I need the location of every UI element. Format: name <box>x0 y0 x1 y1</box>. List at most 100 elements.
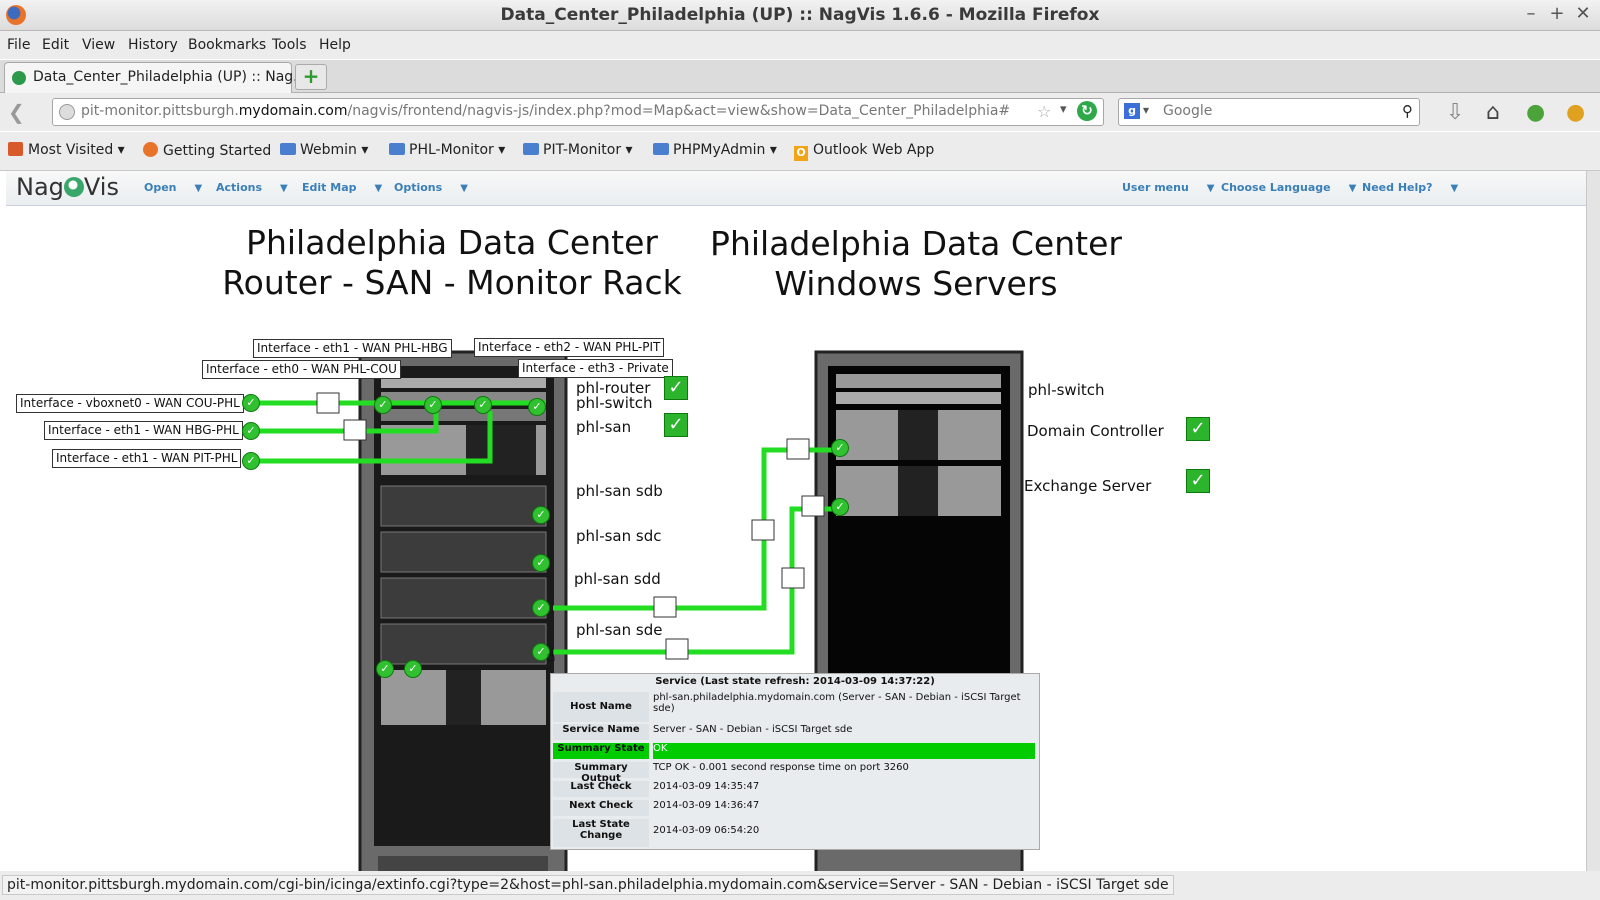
home-icon[interactable]: ⌂ <box>1486 100 1500 125</box>
most-visited-icon <box>8 142 23 156</box>
tab-bar: Data_Center_Philadelphia (UP) :: Nag... … <box>0 60 1600 93</box>
vertical-scrollbar[interactable] <box>1586 171 1600 871</box>
status-ok-icon[interactable]: ✓ <box>831 439 849 457</box>
mouse-cursor-icon: ☝ <box>546 646 556 665</box>
bookmark-pit-monitor[interactable]: PIT-Monitor ▾ <box>523 142 633 158</box>
hover-row-summary-state: Summary State OK <box>551 743 1039 759</box>
sync-icon[interactable]: ● <box>1526 100 1545 125</box>
hover-header: Service (Last state refresh: 2014-03-09 … <box>655 676 935 687</box>
status-ok-icon[interactable]: ✓ <box>404 660 422 678</box>
firefox-window: Data_Center_Philadelphia (UP) :: NagVis … <box>0 0 1600 900</box>
window-title: Data_Center_Philadelphia (UP) :: NagVis … <box>500 5 1100 25</box>
addon-icon[interactable]: ● <box>1566 100 1585 125</box>
host-label-domain-controller[interactable]: Domain Controller <box>1027 422 1164 440</box>
hover-row-next-check: Next Check 2014-03-09 14:36:47 <box>551 800 1039 816</box>
hover-row-last-check: Last Check 2014-03-09 14:35:47 <box>551 781 1039 797</box>
bookmark-outlook-web-app[interactable]: O Outlook Web App <box>794 142 934 161</box>
menu-help[interactable]: Help <box>319 37 351 53</box>
status-ok-icon[interactable]: ✓ <box>474 396 492 414</box>
close-icon[interactable]: ✕ <box>1572 3 1594 24</box>
host-label-exchange-server[interactable]: Exchange Server <box>1024 477 1151 495</box>
search-placeholder: Google <box>1163 103 1213 119</box>
host-ok-icon[interactable]: ✓ <box>1186 469 1210 493</box>
status-ok-icon[interactable]: ✓ <box>532 554 550 572</box>
nagvis-menu-open[interactable]: Open ▼ <box>144 181 202 194</box>
status-bar: pit-monitor.pittsburgh.mydomain.com/cgi-… <box>0 871 1600 900</box>
search-box[interactable]: g ▾ Google ⚲ <box>1118 98 1420 126</box>
status-ok-icon[interactable]: ✓ <box>528 398 546 416</box>
menu-history[interactable]: History <box>128 37 178 53</box>
back-arrow-icon[interactable]: ❮ <box>8 100 34 124</box>
menu-bookmarks[interactable]: Bookmarks <box>188 37 266 53</box>
nagvis-logo-icon <box>63 177 84 197</box>
binoculars-icon[interactable]: ⚲ <box>1402 102 1413 120</box>
nagvis-header: Nag Vis Open ▼ Actions ▼ Edit Map ▼ Options ▼… <box>6 171 1586 206</box>
download-icon[interactable]: ⇩ <box>1446 100 1464 125</box>
iface-label-eth0-cou[interactable]: Interface - eth0 - WAN PHL-COU <box>202 360 401 379</box>
host-ok-icon[interactable]: ✓ <box>664 376 688 400</box>
title-bar: Data_Center_Philadelphia (UP) :: NagVis … <box>0 0 1600 31</box>
search-engine-dropdown-icon[interactable]: ▾ <box>1143 103 1149 117</box>
bookmark-most-visited[interactable]: Most Visited ▾ <box>8 142 125 158</box>
folder-icon <box>523 143 539 155</box>
reload-icon[interactable]: ↻ <box>1077 101 1097 121</box>
url-text: pit-monitor.pittsburgh.mydomain.com/nagv… <box>81 103 1011 119</box>
status-ok-icon[interactable]: ✓ <box>242 452 260 470</box>
status-ok-icon[interactable]: ✓ <box>376 660 394 678</box>
nagvis-menu-language[interactable]: Choose Language ▼ <box>1221 181 1356 194</box>
service-hover-popup: Service (Last state refresh: 2014-03-09 … <box>550 673 1040 850</box>
minimize-icon[interactable]: – <box>1520 3 1542 24</box>
service-label-sdc[interactable]: phl-san sdc <box>576 527 661 545</box>
iface-label-eth2-pit[interactable]: Interface - eth2 - WAN PHL-PIT <box>474 338 665 357</box>
bookmark-phl-monitor[interactable]: PHL-Monitor ▾ <box>389 142 505 158</box>
iface-label-eth1-hbg[interactable]: Interface - eth1 - WAN PHL-HBG <box>253 339 452 358</box>
service-label-sde[interactable]: phl-san sde <box>576 621 662 639</box>
nagvis-menu-help[interactable]: Need Help? ▼ <box>1362 181 1458 194</box>
menu-tools[interactable]: Tools <box>272 37 307 53</box>
iface-label-eth3-private[interactable]: Interface - eth3 - Private <box>518 359 673 378</box>
folder-icon <box>389 143 405 155</box>
status-ok-icon[interactable]: ✓ <box>532 599 550 617</box>
menu-view[interactable]: View <box>82 37 115 53</box>
status-ok-icon[interactable]: ✓ <box>831 498 849 516</box>
hover-row-summary-output: Summary Output TCP OK - 0.001 second res… <box>551 762 1039 784</box>
status-ok-icon[interactable]: ✓ <box>424 396 442 414</box>
hover-row-last-state-change: Last State Change 2014-03-09 06:54:20 <box>551 819 1039 847</box>
menu-file[interactable]: File <box>7 37 30 53</box>
new-tab-button[interactable]: + <box>295 64 327 90</box>
bookmark-star-icon[interactable]: ☆ <box>1037 102 1051 121</box>
host-label-phl-switch[interactable]: phl-switch <box>576 394 653 412</box>
host-label-phl-switch-right[interactable]: phl-switch <box>1028 381 1105 399</box>
bookmark-phpmyadmin[interactable]: PHPMyAdmin ▾ <box>653 142 777 158</box>
url-dropdown-icon[interactable]: ▾ <box>1060 102 1067 117</box>
service-label-sdb[interactable]: phl-san sdb <box>576 482 663 500</box>
nagvis-logo: Nag Vis <box>16 173 119 201</box>
iface-label-vboxnet0[interactable]: Interface - vboxnet0 - WAN COU-PHL <box>16 394 244 413</box>
host-ok-icon[interactable]: ✓ <box>1186 417 1210 441</box>
service-label-sdd[interactable]: phl-san sdd <box>574 570 661 588</box>
nav-toolbar: ❮ pit-monitor.pittsburgh.mydomain.com/na… <box>0 93 1600 131</box>
status-ok-icon[interactable]: ✓ <box>242 394 260 412</box>
status-ok-icon[interactable]: ✓ <box>242 422 260 440</box>
iface-label-eth1-hbg-phl[interactable]: Interface - eth1 - WAN HBG-PHL <box>44 421 243 440</box>
tab-active[interactable]: Data_Center_Philadelphia (UP) :: Nag... <box>4 62 307 93</box>
bookmark-webmin[interactable]: Webmin ▾ <box>280 142 368 158</box>
hover-row-service-name: Service Name Server - SAN - Debian - iSC… <box>551 724 1039 740</box>
host-label-phl-san[interactable]: phl-san <box>576 418 631 436</box>
bookmarks-toolbar: Most Visited ▾ Getting Started Webmin ▾ … <box>0 132 1600 171</box>
nagvis-menu-options[interactable]: Options ▼ <box>394 181 468 194</box>
menu-edit[interactable]: Edit <box>42 37 69 53</box>
maximize-icon[interactable]: + <box>1546 3 1568 24</box>
iface-label-eth1-pit-phl[interactable]: Interface - eth1 - WAN PIT-PHL <box>52 449 242 468</box>
status-ok-icon[interactable]: ✓ <box>532 506 550 524</box>
status-ok-icon[interactable]: ✓ <box>374 396 392 414</box>
url-bar[interactable]: pit-monitor.pittsburgh.mydomain.com/nagv… <box>52 98 1104 126</box>
bookmark-getting-started[interactable]: Getting Started <box>143 142 271 159</box>
nagvis-menu-actions[interactable]: Actions ▼ <box>216 181 288 194</box>
nagvis-menu-user[interactable]: User menu ▼ <box>1122 181 1214 194</box>
folder-icon <box>653 143 669 155</box>
globe-icon <box>59 104 75 120</box>
nagvis-menu-edit-map[interactable]: Edit Map ▼ <box>302 181 382 194</box>
hover-row-host-name: Host Name phl-san.philadelphia.mydomain.… <box>551 692 1039 722</box>
host-ok-icon[interactable]: ✓ <box>664 413 688 437</box>
